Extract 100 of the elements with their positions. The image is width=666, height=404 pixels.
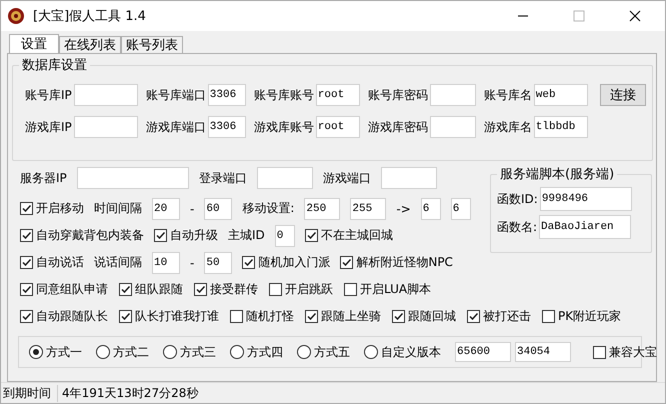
app-icon bbox=[7, 7, 25, 25]
checkbox[interactable]: 跟随回城 bbox=[392, 308, 456, 325]
field-label: 游戏端口 bbox=[322, 170, 371, 186]
input-field[interactable]: 255 bbox=[350, 198, 386, 220]
input-field[interactable]: 3306 bbox=[208, 84, 246, 106]
check-icon bbox=[306, 230, 317, 241]
field-label: 账号库密码 bbox=[366, 86, 428, 104]
check-icon bbox=[21, 230, 32, 241]
field-label: 账号库IP bbox=[24, 86, 72, 104]
checkbox[interactable]: 自动穿戴背包内装备 bbox=[20, 227, 144, 244]
field-label: 函数名: bbox=[497, 218, 538, 236]
tab[interactable]: 设置 bbox=[9, 34, 59, 53]
input-field[interactable]: 20 bbox=[152, 198, 180, 220]
field-label: 游戏库账号 bbox=[252, 118, 314, 136]
input-field[interactable] bbox=[76, 167, 189, 189]
radio-button[interactable]: 方式一 bbox=[29, 344, 82, 360]
check-icon bbox=[21, 203, 32, 214]
input-field[interactable] bbox=[74, 116, 138, 138]
group-title: 服务端脚本(服务端) bbox=[499, 166, 616, 183]
checkbox[interactable]: 自动升级 bbox=[154, 227, 218, 244]
field-label: 游戏库IP bbox=[24, 118, 72, 136]
checkbox[interactable]: 组队跟随 bbox=[119, 281, 183, 298]
field-label: 主城ID bbox=[228, 227, 265, 244]
checkbox[interactable]: 接受群传 bbox=[194, 281, 258, 298]
input-field[interactable]: 65600 bbox=[455, 342, 511, 362]
checkbox[interactable]: 开启移动 bbox=[20, 200, 84, 217]
check-icon bbox=[393, 311, 404, 322]
field-label: 游戏库密码 bbox=[366, 118, 428, 136]
field-label: 账号库账号 bbox=[252, 86, 314, 104]
checkbox[interactable]: 同意组队申请 bbox=[20, 281, 108, 298]
checkbox[interactable]: 开启跳跃 bbox=[269, 281, 333, 298]
check-icon bbox=[120, 284, 131, 295]
field-label: 游戏库端口 bbox=[144, 118, 206, 136]
field-label: 账号库端口 bbox=[144, 86, 206, 104]
window-title: [大宝]假人工具 1.4 bbox=[33, 8, 146, 25]
checkbox[interactable]: 随机打怪 bbox=[230, 308, 294, 325]
field-label: - bbox=[190, 256, 194, 270]
check-icon bbox=[341, 257, 352, 268]
checkbox[interactable]: 自动跟随队长 bbox=[20, 308, 108, 325]
field-label: 函数ID: bbox=[497, 190, 538, 208]
status-label: 到期时间 bbox=[3, 384, 51, 402]
input-field[interactable] bbox=[380, 167, 437, 189]
checkbox[interactable]: 不在主城回城 bbox=[304, 227, 393, 244]
checkbox[interactable]: 自动说话 bbox=[20, 254, 84, 271]
check-icon bbox=[21, 284, 32, 295]
input-field[interactable]: root bbox=[316, 116, 360, 138]
input-field[interactable]: 0 bbox=[274, 224, 295, 246]
check-icon bbox=[306, 311, 317, 322]
tab[interactable]: 账号列表 bbox=[121, 36, 183, 53]
connect-button[interactable]: 连接 bbox=[600, 84, 646, 106]
radio-button[interactable]: 方式四 bbox=[230, 344, 283, 360]
radio-button[interactable]: 自定义版本 bbox=[364, 344, 441, 360]
input-field[interactable]: 6 bbox=[450, 198, 471, 220]
input-field[interactable]: 10 bbox=[152, 252, 180, 274]
status-value: 4年191天13时27分28秒 bbox=[57, 384, 198, 402]
input-field[interactable] bbox=[74, 84, 138, 106]
input-field[interactable] bbox=[430, 84, 476, 106]
check-icon bbox=[120, 311, 131, 322]
check-icon bbox=[468, 311, 479, 322]
tab[interactable]: 在线列表 bbox=[59, 36, 121, 53]
field-label: 移动设置: bbox=[242, 200, 294, 217]
checkbox[interactable]: 跟随上坐骑 bbox=[305, 308, 381, 325]
field-label: - bbox=[190, 202, 194, 216]
field-label: 登录端口 bbox=[198, 170, 247, 186]
input-field[interactable] bbox=[256, 167, 313, 189]
input-field[interactable]: 3306 bbox=[208, 116, 246, 138]
input-field[interactable]: tlbbdb bbox=[534, 116, 588, 138]
checkbox[interactable]: 被打还击 bbox=[467, 308, 531, 325]
checkbox[interactable]: 解析附近怪物NPC bbox=[340, 254, 453, 271]
check-icon bbox=[243, 257, 254, 268]
input-field[interactable]: 60 bbox=[204, 198, 232, 220]
group-title: 数据库设置 bbox=[21, 57, 88, 74]
radio-button[interactable]: 方式三 bbox=[163, 344, 216, 360]
check-icon bbox=[21, 311, 32, 322]
radio-button[interactable]: 方式五 bbox=[297, 344, 350, 360]
check-icon bbox=[195, 284, 206, 295]
input-field[interactable] bbox=[430, 116, 476, 138]
input-field[interactable]: root bbox=[316, 84, 360, 106]
input-field[interactable]: 250 bbox=[304, 198, 340, 220]
input-field[interactable]: DaBaoJiaren bbox=[539, 215, 632, 239]
input-field[interactable]: 34054 bbox=[515, 342, 571, 362]
field-label: 账号库名 bbox=[482, 86, 532, 104]
check-icon bbox=[155, 230, 166, 241]
field-label: -> bbox=[396, 202, 411, 216]
input-field[interactable]: 6 bbox=[420, 198, 441, 220]
input-field[interactable]: 9998496 bbox=[540, 187, 632, 211]
checkbox[interactable]: 随机加入门派 bbox=[242, 254, 330, 271]
close-icon[interactable] bbox=[629, 10, 641, 22]
checkbox[interactable]: 队长打谁我打谁 bbox=[119, 308, 219, 325]
input-field[interactable]: 50 bbox=[204, 252, 232, 274]
maximize-icon[interactable] bbox=[573, 10, 585, 22]
field-label: 时间间隔 bbox=[94, 200, 142, 217]
checkbox[interactable]: PK附近玩家 bbox=[542, 308, 622, 325]
field-label: 说话间隔 bbox=[94, 254, 142, 271]
input-field[interactable]: web bbox=[534, 84, 588, 106]
check-icon bbox=[21, 257, 32, 268]
field-label: 服务器IP bbox=[20, 170, 67, 186]
radio-button[interactable]: 方式二 bbox=[96, 344, 149, 360]
checkbox[interactable]: 开启LUA脚本 bbox=[344, 281, 432, 298]
checkbox[interactable]: 兼容大宝 bbox=[593, 344, 657, 360]
